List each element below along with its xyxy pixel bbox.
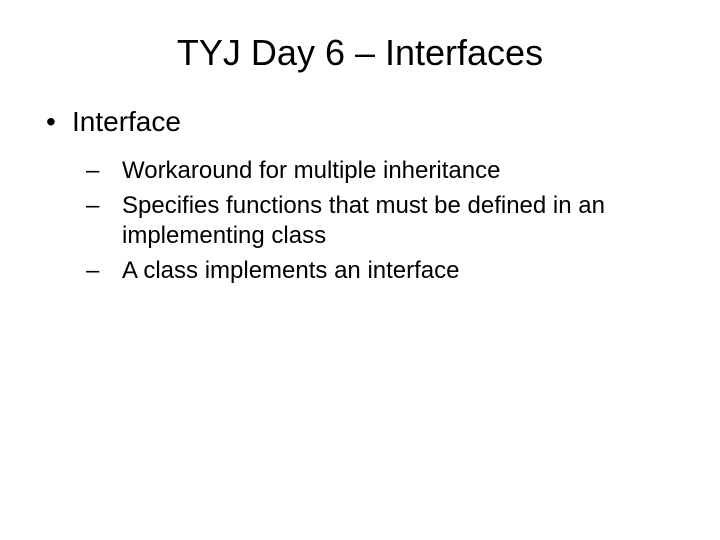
bullet-level2: –A class implements an interface <box>40 256 680 287</box>
dash-icon: – <box>104 191 122 222</box>
bullet-text: Specifies functions that must be defined… <box>122 192 605 250</box>
slide: TYJ Day 6 – Interfaces Interface –Workar… <box>0 0 720 540</box>
bullet-text: Workaround for multiple inheritance <box>122 157 500 184</box>
bullet-level1: Interface <box>40 106 680 138</box>
dash-icon: – <box>104 256 122 287</box>
bullet-label: Interface <box>72 106 181 137</box>
bullet-level2: –Specifies functions that must be define… <box>40 191 680 252</box>
slide-title: TYJ Day 6 – Interfaces <box>40 32 680 74</box>
bullet-level2: –Workaround for multiple inheritance <box>40 156 680 187</box>
bullet-text: A class implements an interface <box>122 257 460 284</box>
dash-icon: – <box>104 156 122 187</box>
